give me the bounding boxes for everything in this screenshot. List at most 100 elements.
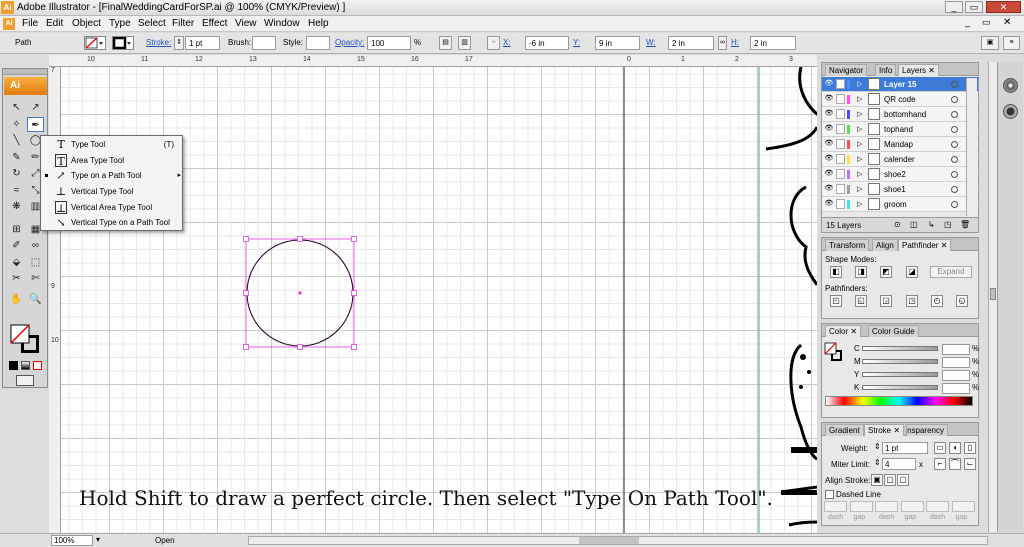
selection-arrow-icon[interactable]: ↖ [8, 100, 25, 115]
lock-toggle[interactable] [836, 154, 845, 164]
miter-stepper[interactable]: ⇕ [874, 458, 881, 470]
type-tool-icon[interactable]: ✒ [27, 116, 44, 132]
dash-gap-field[interactable] [926, 501, 949, 512]
cmyk-value-field[interactable] [942, 370, 970, 381]
line-tool-icon[interactable]: ╲ [8, 133, 25, 148]
lock-toggle[interactable] [836, 139, 845, 149]
visibility-eye-icon[interactable]: 👁 [824, 79, 834, 89]
miter-join-icon[interactable]: ⌐ [934, 458, 946, 470]
align-icon[interactable]: ▥ [458, 36, 471, 50]
horizontal-scrollbar[interactable] [248, 536, 988, 545]
slice-icon[interactable]: ✂ [8, 271, 25, 286]
menu-edit[interactable]: Edit [46, 18, 63, 29]
expand-triangle-icon[interactable]: ▷ [857, 125, 862, 133]
flyout-item[interactable]: T Type Tool (T) [41, 137, 182, 152]
live-paint-select-icon[interactable]: ⬚ [27, 255, 44, 270]
layer-row[interactable]: 👁 ▷ tophand [822, 122, 978, 137]
tab-transparency[interactable]: Transparency [906, 424, 948, 436]
dash-gap-field[interactable] [824, 501, 847, 512]
scissors-icon[interactable]: ✄ [27, 271, 44, 286]
lock-toggle[interactable] [836, 199, 845, 209]
flyout-item[interactable]: ⊥ Vertical Type Tool [41, 184, 182, 199]
menu-help[interactable]: Help [308, 18, 329, 29]
tab-transform[interactable]: Transform [825, 239, 870, 251]
round-cap-icon[interactable]: ◖ [949, 442, 961, 454]
visibility-eye-icon[interactable]: 👁 [824, 184, 834, 194]
align-stroke-inside-icon[interactable]: ▢ [884, 474, 896, 486]
blend-icon[interactable]: ∞ [27, 238, 44, 253]
target-circle-icon[interactable] [951, 126, 958, 133]
tab-color[interactable]: Color ✕ [825, 325, 862, 337]
stroke-weight-field[interactable]: 1 pt [185, 36, 220, 50]
vertical-scroll-thumb[interactable] [990, 288, 996, 300]
warp-icon[interactable]: ≈ [8, 183, 25, 198]
doc-restore-button[interactable]: ▭ [982, 17, 991, 28]
y-field[interactable]: 9 in [595, 36, 640, 50]
minimize-button[interactable]: _ [945, 1, 963, 13]
reference-point-icon[interactable]: ⁘ [487, 36, 500, 50]
tearoff-arrow-icon[interactable]: ▸ [177, 171, 181, 179]
doc-minimize-button[interactable]: _ [965, 17, 970, 27]
lock-toggle[interactable] [836, 94, 845, 104]
color-mode-icons[interactable] [9, 361, 45, 371]
target-circle-icon[interactable] [951, 156, 958, 163]
lock-toggle[interactable] [836, 79, 845, 89]
rotate-icon[interactable]: ↻ [8, 166, 25, 181]
color-spectrum-bar[interactable] [825, 396, 973, 406]
menu-filter[interactable]: Filter [172, 18, 194, 29]
projecting-cap-icon[interactable]: ▯ [964, 442, 976, 454]
doc-close-button[interactable]: ✕ [1003, 17, 1011, 28]
make-clipping-mask-icon[interactable]: ◫ [910, 220, 918, 229]
expand-triangle-icon[interactable]: ▷ [857, 170, 862, 178]
menu-type[interactable]: Type [109, 18, 131, 29]
tab-navigator[interactable]: Navigator [825, 64, 868, 76]
delete-layer-icon[interactable]: 🗑 [960, 220, 970, 229]
fill-stroke-icon[interactable] [9, 323, 43, 355]
lock-toggle[interactable] [836, 109, 845, 119]
merge-icon[interactable]: ◲ [880, 295, 892, 307]
layer-row[interactable]: 👁 ▷ shoe1 [822, 182, 978, 197]
divide-icon[interactable]: ◰ [830, 295, 842, 307]
new-sublayer-icon[interactable]: ↳ [928, 220, 935, 229]
hand-icon[interactable]: ✋ [8, 292, 25, 307]
target-circle-icon[interactable] [951, 141, 958, 148]
layers-scrollbar[interactable] [966, 78, 977, 216]
visibility-eye-icon[interactable]: 👁 [824, 94, 834, 104]
target-circle-icon[interactable] [951, 171, 958, 178]
zoom-level-field[interactable]: 100% [51, 535, 93, 546]
y-label[interactable]: Y: [573, 38, 580, 47]
width-field[interactable]: 2 in [668, 36, 714, 50]
layer-row[interactable]: 👁 ▷ Layer 15 [822, 77, 978, 92]
visibility-eye-icon[interactable]: 👁 [824, 124, 834, 134]
trim-icon[interactable]: ◱ [855, 295, 867, 307]
x-field[interactable]: -6 in [525, 36, 569, 50]
x-label[interactable]: X: [503, 38, 511, 47]
flyout-item[interactable]: T Area Type Tool [41, 153, 182, 168]
round-join-icon[interactable]: ⌒ [949, 458, 961, 470]
expand-triangle-icon[interactable]: ▷ [857, 155, 862, 163]
layer-row[interactable]: 👁 ▷ shoe2 [822, 167, 978, 182]
layer-row[interactable]: 👁 ▷ calender [822, 152, 978, 167]
vertical-scrollbar[interactable] [988, 62, 997, 532]
collapsed-panel-icon[interactable] [1003, 78, 1018, 93]
stroke-stepper[interactable]: ⇕ [174, 36, 184, 50]
stroke-swatch[interactable] [112, 36, 134, 50]
align-stroke-outside-icon[interactable]: ▢ [897, 474, 909, 486]
expand-triangle-icon[interactable]: ▷ [857, 80, 862, 88]
lock-toggle[interactable] [836, 124, 845, 134]
visibility-eye-icon[interactable]: 👁 [824, 199, 834, 209]
cmyk-slider[interactable] [862, 346, 938, 351]
dash-gap-field[interactable] [849, 501, 873, 512]
minus-front-icon[interactable]: ◨ [855, 266, 867, 278]
target-circle-icon[interactable] [951, 96, 958, 103]
layer-row[interactable]: 👁 ▷ QR code [822, 92, 978, 107]
tab-color-guide[interactable]: Color Guide [868, 325, 919, 337]
close-window-button[interactable]: ✕ [986, 1, 1021, 13]
target-circle-icon[interactable] [951, 111, 958, 118]
weight-field[interactable]: 1 pt [882, 442, 928, 454]
minus-back-icon[interactable]: ◵ [956, 295, 968, 307]
maximize-button[interactable]: ▭ [965, 1, 983, 13]
flyout-item[interactable]: ↗ Type on a Path Tool ▸ [41, 168, 182, 183]
tab-info[interactable]: Info [875, 64, 897, 76]
visibility-eye-icon[interactable]: 👁 [824, 169, 834, 179]
